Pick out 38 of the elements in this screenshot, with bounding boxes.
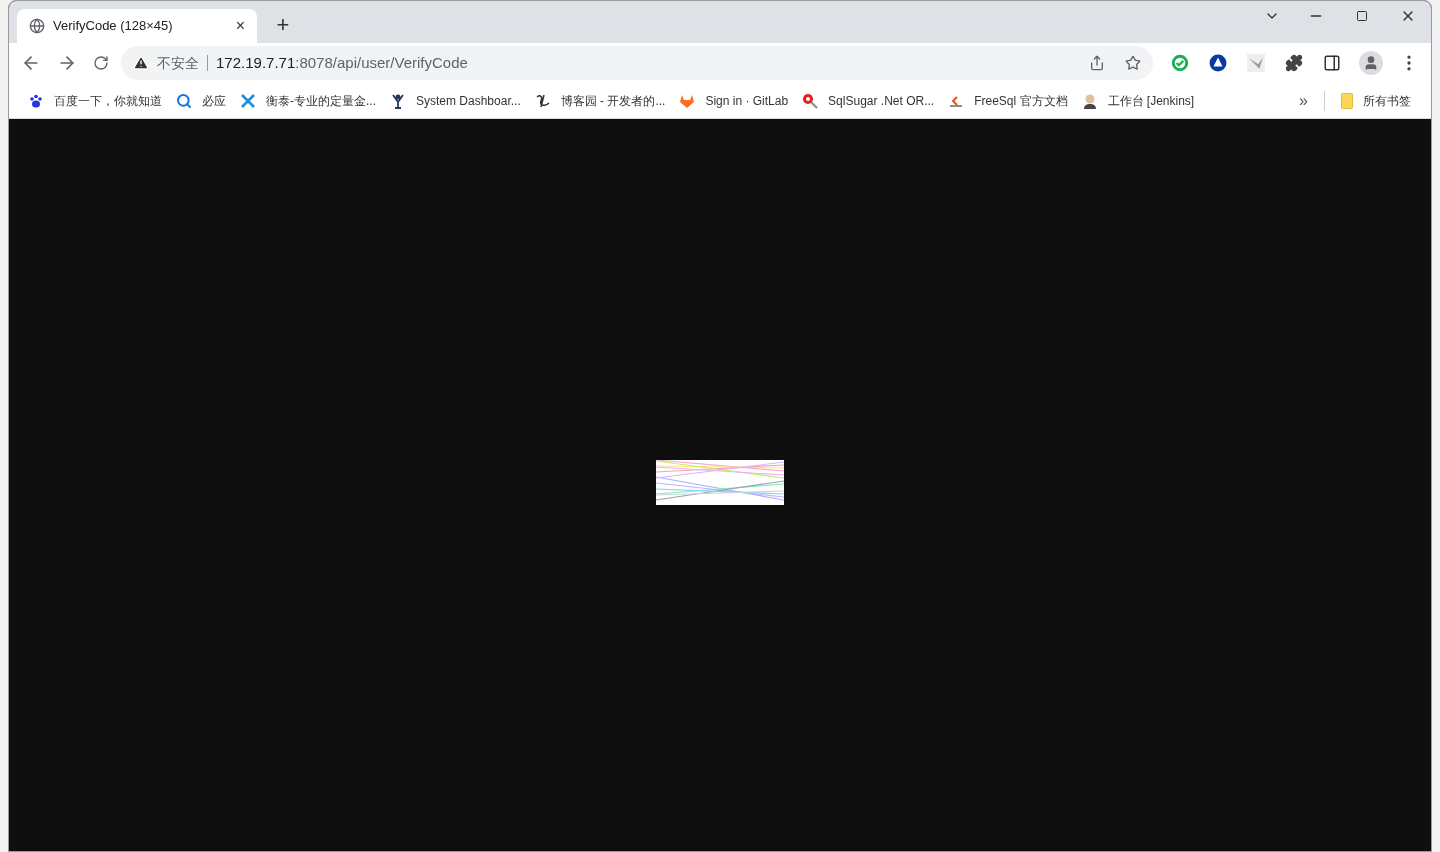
bookmark-item[interactable]: SqlSugar .Net OR... [795,86,942,115]
warning-icon [133,55,149,71]
bookmark-item[interactable]: 必应 [169,86,233,115]
bookmark-item[interactable]: System Dashboar... [383,86,528,115]
extensions-icon[interactable] [1285,54,1303,72]
paw-icon [28,92,44,109]
bookmark-item[interactable]: 博客园 - 开发者的... [527,86,673,115]
bookmark-item[interactable]: 工作台 [Jenkins] [1074,86,1202,115]
share-icon[interactable] [1089,55,1105,71]
url-text: 172.19.7.71:8078/api/user/VerifyCode [216,52,468,73]
bookmark-item[interactable]: 百度一下，你就知道 [21,86,169,115]
triangle-circle-icon[interactable] [1209,54,1227,72]
check-circle-icon[interactable] [1171,54,1189,72]
search-icon [176,92,192,109]
more-bookmarks-button[interactable]: » [1291,88,1316,113]
bookmark-item[interactable]: Sign in · GitLab [672,86,796,115]
lollipop-icon [802,92,819,109]
profile-avatar[interactable] [1359,51,1383,75]
security-label: 不安全 [157,53,199,73]
folder-icon [1341,92,1353,109]
reload-icon[interactable] [93,55,109,71]
close-tab-button[interactable]: × [235,18,245,34]
side-panel-icon[interactable] [1323,54,1341,72]
browser-tab[interactable]: VerifyCode (128×45) × [17,9,257,43]
squiggle-icon [534,92,551,109]
all-bookmarks-item[interactable]: 所有书签 [1333,91,1419,110]
person-icon [1363,55,1379,71]
address-bar[interactable]: 不安全 172.19.7.71:8078/api/user/VerifyCode [121,46,1153,80]
bookmark-item[interactable]: FreeSql 官方文档 [941,86,1075,115]
bookmark-item[interactable]: 衡泰-专业的定量金... [233,86,383,115]
cross-icon [240,92,256,109]
figure-icon [390,92,406,109]
new-tab-button[interactable]: + [269,11,297,39]
star-icon[interactable] [1125,55,1141,71]
person-icon [1081,92,1098,109]
tab-title: VerifyCode (128×45) [53,17,174,36]
maximize-icon[interactable] [1356,10,1368,22]
globe-icon [29,18,45,34]
